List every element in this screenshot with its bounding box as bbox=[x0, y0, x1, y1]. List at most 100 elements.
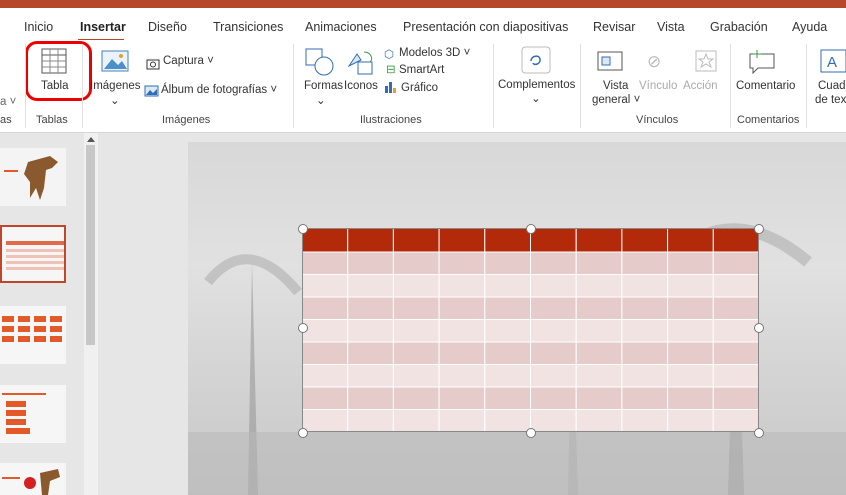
table-cell[interactable] bbox=[621, 386, 669, 410]
modelos3d-button[interactable]: Modelos 3D ˅ bbox=[399, 47, 470, 59]
vista-general-button[interactable]: general ˅ bbox=[592, 94, 640, 106]
table-cell[interactable] bbox=[667, 364, 714, 388]
table-cell[interactable] bbox=[530, 274, 577, 298]
complementos-button[interactable]: Complementos bbox=[498, 79, 575, 91]
table-cell[interactable] bbox=[667, 251, 714, 275]
table-cell[interactable] bbox=[392, 341, 440, 365]
resize-handle[interactable] bbox=[298, 323, 308, 333]
table-cell[interactable] bbox=[530, 341, 577, 365]
tab-vista[interactable]: Vista bbox=[657, 20, 685, 34]
table-header-cell[interactable] bbox=[667, 228, 714, 253]
table-cell[interactable] bbox=[484, 341, 532, 365]
table-cell[interactable] bbox=[712, 251, 759, 275]
table-cell[interactable] bbox=[484, 409, 532, 433]
table-header-cell[interactable] bbox=[575, 228, 623, 253]
table-cell[interactable] bbox=[302, 409, 349, 433]
smartart-button[interactable]: SmartArt bbox=[399, 64, 444, 76]
table-header-cell[interactable] bbox=[438, 228, 486, 253]
table-cell[interactable] bbox=[712, 409, 759, 433]
table-cell[interactable] bbox=[438, 409, 486, 433]
vista-label[interactable]: Vista bbox=[603, 80, 628, 92]
table-cell[interactable] bbox=[484, 319, 532, 343]
table-cell[interactable] bbox=[302, 364, 349, 388]
resize-handle[interactable] bbox=[526, 428, 536, 438]
table-cell[interactable] bbox=[575, 296, 623, 320]
table-cell[interactable] bbox=[667, 296, 714, 320]
table-cell[interactable] bbox=[347, 251, 394, 275]
table-cell[interactable] bbox=[530, 296, 577, 320]
table-cell[interactable] bbox=[712, 341, 759, 365]
table-cell[interactable] bbox=[621, 274, 669, 298]
tab-inicio[interactable]: Inicio bbox=[24, 20, 53, 34]
table-header-cell[interactable] bbox=[712, 228, 759, 253]
table-cell[interactable] bbox=[392, 274, 440, 298]
table-cell[interactable] bbox=[530, 386, 577, 410]
table-cell[interactable] bbox=[621, 364, 669, 388]
slide-thumbnail-2[interactable] bbox=[0, 225, 66, 283]
table-cell[interactable] bbox=[484, 386, 532, 410]
table-cell[interactable] bbox=[667, 341, 714, 365]
table-cell[interactable] bbox=[347, 364, 394, 388]
table-cell[interactable] bbox=[392, 409, 440, 433]
table-cell[interactable] bbox=[621, 319, 669, 343]
table-cell[interactable] bbox=[438, 319, 486, 343]
table-cell[interactable] bbox=[347, 274, 394, 298]
table-cell[interactable] bbox=[347, 319, 394, 343]
table-cell[interactable] bbox=[484, 364, 532, 388]
table-cell[interactable] bbox=[575, 319, 623, 343]
table-cell[interactable] bbox=[438, 296, 486, 320]
table-cell[interactable] bbox=[347, 386, 394, 410]
table-cell[interactable] bbox=[667, 274, 714, 298]
table-cell[interactable] bbox=[667, 319, 714, 343]
tab-revisar[interactable]: Revisar bbox=[593, 20, 635, 34]
table-cell[interactable] bbox=[347, 341, 394, 365]
table-cell[interactable] bbox=[347, 409, 394, 433]
table-cell[interactable] bbox=[712, 296, 759, 320]
table-cell[interactable] bbox=[302, 251, 349, 275]
resize-handle[interactable] bbox=[526, 224, 536, 234]
table-cell[interactable] bbox=[302, 341, 349, 365]
grafico-button[interactable]: Gráfico bbox=[401, 82, 438, 94]
table-cell[interactable] bbox=[392, 296, 440, 320]
cuadro-label[interactable]: Cuadr bbox=[818, 80, 846, 92]
table-cell[interactable] bbox=[575, 386, 623, 410]
table-cell[interactable] bbox=[392, 251, 440, 275]
table-header-cell[interactable] bbox=[484, 228, 532, 253]
tab-transiciones[interactable]: Transiciones bbox=[213, 20, 283, 34]
thumbnails-scrollbar[interactable] bbox=[84, 133, 98, 495]
slide-thumbnail-5[interactable] bbox=[0, 463, 66, 495]
table-cell[interactable] bbox=[575, 274, 623, 298]
vinculo-button[interactable]: Vínculo bbox=[639, 80, 677, 92]
table-cell[interactable] bbox=[575, 364, 623, 388]
table-header-cell[interactable] bbox=[302, 228, 349, 253]
table-cell[interactable] bbox=[530, 364, 577, 388]
table-cell[interactable] bbox=[530, 409, 577, 433]
accion-button[interactable]: Acción bbox=[683, 80, 718, 92]
table-cell[interactable] bbox=[621, 409, 669, 433]
resize-handle[interactable] bbox=[754, 224, 764, 234]
table-cell[interactable] bbox=[575, 341, 623, 365]
slide-thumbnail-4[interactable] bbox=[0, 385, 66, 443]
table-header-cell[interactable] bbox=[347, 228, 394, 253]
table-cell[interactable] bbox=[712, 364, 759, 388]
slide-thumbnail-1[interactable] bbox=[0, 148, 66, 206]
table-cell[interactable] bbox=[484, 251, 532, 275]
table-cell[interactable] bbox=[392, 386, 440, 410]
formas-button[interactable]: Formas bbox=[304, 80, 343, 92]
slide-table[interactable] bbox=[302, 228, 759, 432]
resize-handle[interactable] bbox=[298, 428, 308, 438]
scrollbar-thumb[interactable] bbox=[86, 145, 95, 345]
table-cell[interactable] bbox=[621, 341, 669, 365]
captura-button[interactable]: Captura ˅ bbox=[163, 55, 214, 67]
table-cell[interactable] bbox=[621, 296, 669, 320]
table-cell[interactable] bbox=[621, 251, 669, 275]
table-cell[interactable] bbox=[392, 319, 440, 343]
table-cell[interactable] bbox=[438, 251, 486, 275]
table-cell[interactable] bbox=[302, 274, 349, 298]
table-cell[interactable] bbox=[530, 319, 577, 343]
resize-handle[interactable] bbox=[754, 428, 764, 438]
tab-presentacion[interactable]: Presentación con diapositivas bbox=[403, 20, 568, 34]
table-cell[interactable] bbox=[667, 386, 714, 410]
cuadro-label-2[interactable]: de tex bbox=[815, 94, 846, 106]
tab-animaciones[interactable]: Animaciones bbox=[305, 20, 377, 34]
